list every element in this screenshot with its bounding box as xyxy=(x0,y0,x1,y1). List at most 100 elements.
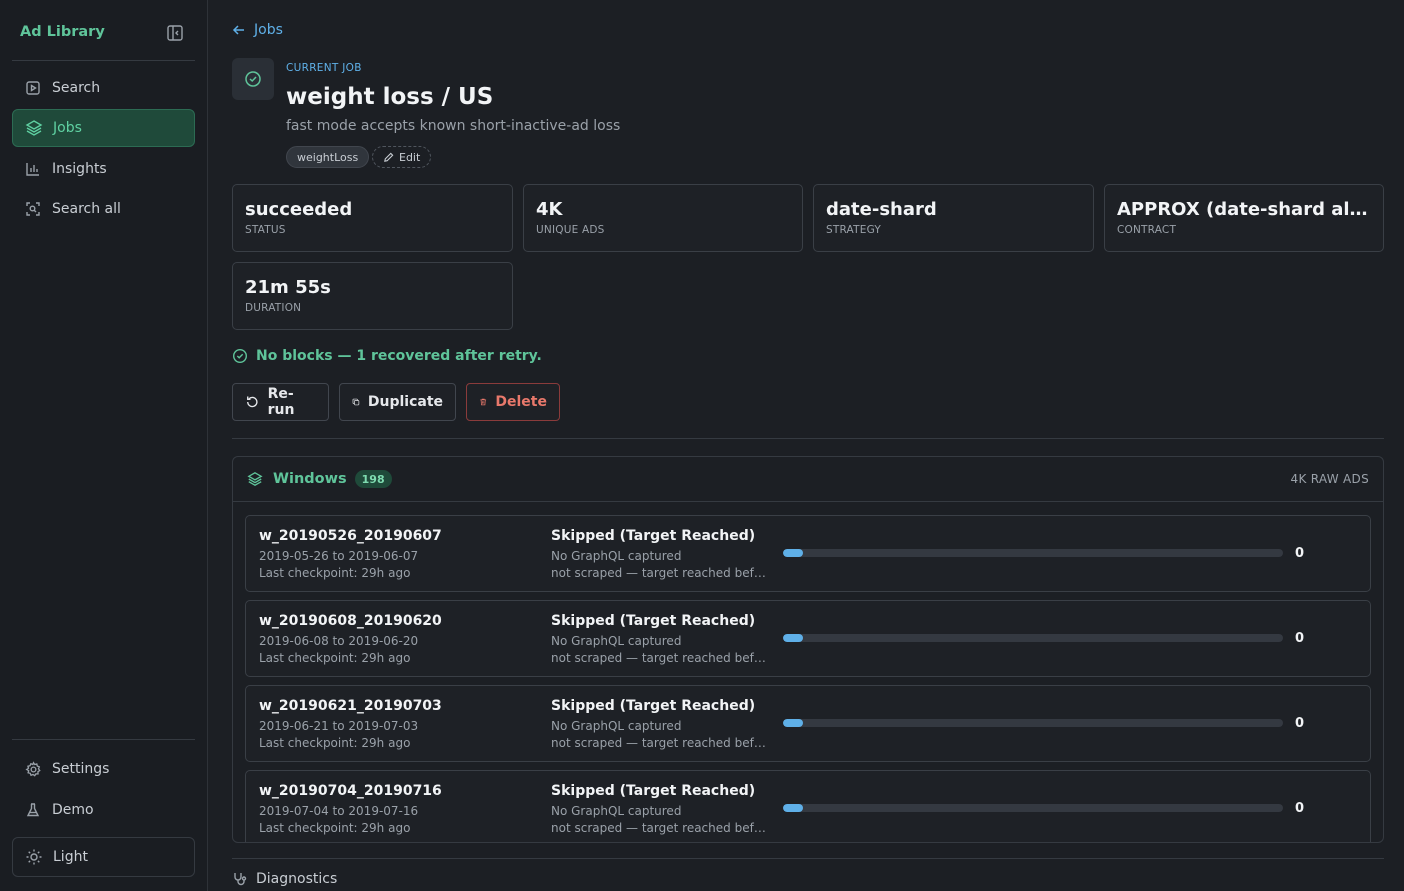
window-progress-bar xyxy=(783,549,1283,557)
collapse-sidebar-icon[interactable] xyxy=(166,24,184,42)
sidebar-divider xyxy=(12,739,195,740)
window-ad-count: 0 xyxy=(1295,546,1305,561)
window-progress-bar xyxy=(783,719,1283,727)
flask-icon xyxy=(24,801,42,819)
window-progress-bar xyxy=(783,804,1283,812)
check-circle-icon xyxy=(245,71,261,87)
gear-icon xyxy=(24,760,42,778)
progress-fill xyxy=(783,804,803,812)
window-checkpoint: Last checkpoint: 29h ago xyxy=(259,651,411,665)
sidebar-item-search[interactable]: Search xyxy=(12,69,195,107)
sidebar-item-label: Settings xyxy=(52,761,110,777)
window-status: Skipped (Target Reached) xyxy=(551,528,756,544)
duplicate-label: Duplicate xyxy=(367,394,443,410)
stat-value: 21m 55s xyxy=(245,277,331,298)
duplicate-button[interactable]: Duplicate xyxy=(339,383,456,421)
stethoscope-icon xyxy=(234,873,247,886)
stat-label: UNIQUE ADS xyxy=(536,224,605,236)
delete-label: Delete xyxy=(495,394,547,410)
page-title: weight loss / US xyxy=(286,84,494,110)
window-graphql: No GraphQL captured xyxy=(551,634,682,648)
edit-label: Edit xyxy=(399,150,421,164)
job-status-icon xyxy=(232,58,274,100)
stat-card-status: succeeded STATUS xyxy=(232,184,513,252)
window-id: w_20190608_20190620 xyxy=(259,613,442,629)
stat-value: succeeded xyxy=(245,199,353,220)
stat-label: STATUS xyxy=(245,224,286,236)
windows-title-label: Windows xyxy=(273,471,347,487)
sidebar-item-settings[interactable]: Settings xyxy=(12,750,195,788)
window-row[interactable]: w_20190608_20190620 2019-06-08 to 2019-0… xyxy=(245,600,1371,677)
layers-icon xyxy=(25,119,43,137)
sidebar-item-jobs[interactable]: Jobs xyxy=(12,109,195,147)
pencil-icon xyxy=(384,152,394,162)
back-link-label: Jobs xyxy=(254,22,283,38)
stat-value: date-shard xyxy=(826,199,937,220)
window-note: not scraped — target reached before ... xyxy=(551,821,771,835)
health-status: No blocks — 1 recovered after retry. xyxy=(232,348,542,364)
windows-header: Windows 198 4K RAW ADS xyxy=(233,457,1383,502)
window-checkpoint: Last checkpoint: 29h ago xyxy=(259,566,411,580)
diagnostics-section-toggle[interactable]: Diagnostics xyxy=(232,871,337,887)
window-ad-count: 0 xyxy=(1295,801,1305,816)
window-date-range: 2019-07-04 to 2019-07-16 xyxy=(259,804,419,818)
stat-card-strategy: date-shard STRATEGY xyxy=(813,184,1094,252)
window-graphql: No GraphQL captured xyxy=(551,804,682,818)
window-row[interactable]: w_20190704_20190716 2019-07-04 to 2019-0… xyxy=(245,770,1371,842)
sidebar-item-label: Search all xyxy=(52,201,121,217)
rerun-label: Re-run xyxy=(267,386,295,418)
theme-toggle-button[interactable]: Light xyxy=(12,837,195,877)
copy-icon xyxy=(352,398,360,406)
layers-icon xyxy=(247,472,263,486)
job-tag[interactable]: weightLoss xyxy=(286,146,370,168)
brand-title: Ad Library xyxy=(20,24,105,40)
bar-chart-icon xyxy=(24,160,42,178)
section-divider xyxy=(232,438,1384,439)
delete-button[interactable]: Delete xyxy=(466,383,560,421)
edit-tags-button[interactable]: Edit xyxy=(372,146,432,168)
window-date-range: 2019-06-21 to 2019-07-03 xyxy=(259,719,419,733)
window-checkpoint: Last checkpoint: 29h ago xyxy=(259,821,411,835)
search-page-icon xyxy=(24,79,42,97)
scan-search-icon xyxy=(24,200,42,218)
stat-card-duration: 21m 55s DURATION xyxy=(232,262,513,330)
trash-icon xyxy=(480,398,487,406)
sidebar: Ad Library Search Jobs Insights Search a… xyxy=(0,0,208,891)
main-content: Jobs CURRENT JOB weight loss / US fast m… xyxy=(232,0,1384,891)
sidebar-item-search-all[interactable]: Search all xyxy=(12,190,195,228)
back-to-jobs-link[interactable]: Jobs xyxy=(232,22,283,38)
window-status: Skipped (Target Reached) xyxy=(551,698,756,714)
sidebar-item-insights[interactable]: Insights xyxy=(12,150,195,188)
window-id: w_20190621_20190703 xyxy=(259,698,442,714)
stat-label: CONTRACT xyxy=(1117,224,1177,236)
diagnostics-label: Diagnostics xyxy=(256,871,338,887)
diagnostics-divider xyxy=(232,858,1384,859)
window-row[interactable]: w_20190526_20190607 2019-05-26 to 2019-0… xyxy=(245,515,1371,592)
stat-card-contract: APPROX (date-shard all-st... CONTRACT xyxy=(1104,184,1384,252)
window-ad-count: 0 xyxy=(1295,631,1305,646)
theme-toggle-label: Light xyxy=(53,849,88,865)
rerun-button[interactable]: Re-run xyxy=(232,383,329,421)
window-id: w_20190704_20190716 xyxy=(259,783,442,799)
stat-value: APPROX (date-shard all-st... xyxy=(1117,199,1371,220)
window-row[interactable]: w_20190621_20190703 2019-06-21 to 2019-0… xyxy=(245,685,1371,762)
job-subtitle: fast mode accepts known short-inactive-a… xyxy=(286,118,621,134)
window-ad-count: 0 xyxy=(1295,716,1305,731)
health-text: No blocks — 1 recovered after retry. xyxy=(256,348,542,364)
sidebar-item-demo[interactable]: Demo xyxy=(12,791,195,829)
sun-icon xyxy=(25,848,43,866)
windows-title[interactable]: Windows 198 xyxy=(247,470,392,488)
window-graphql: No GraphQL captured xyxy=(551,549,682,563)
window-status: Skipped (Target Reached) xyxy=(551,613,756,629)
stat-label: DURATION xyxy=(245,302,302,314)
job-eyebrow: CURRENT JOB xyxy=(286,62,362,74)
window-date-range: 2019-06-08 to 2019-06-20 xyxy=(259,634,419,648)
window-id: w_20190526_20190607 xyxy=(259,528,442,544)
windows-count-badge: 198 xyxy=(354,470,392,488)
sidebar-item-label: Insights xyxy=(52,161,107,177)
progress-fill xyxy=(783,549,803,557)
window-status: Skipped (Target Reached) xyxy=(551,783,756,799)
sidebar-item-label: Demo xyxy=(52,802,94,818)
sidebar-divider xyxy=(12,60,195,61)
window-checkpoint: Last checkpoint: 29h ago xyxy=(259,736,411,750)
